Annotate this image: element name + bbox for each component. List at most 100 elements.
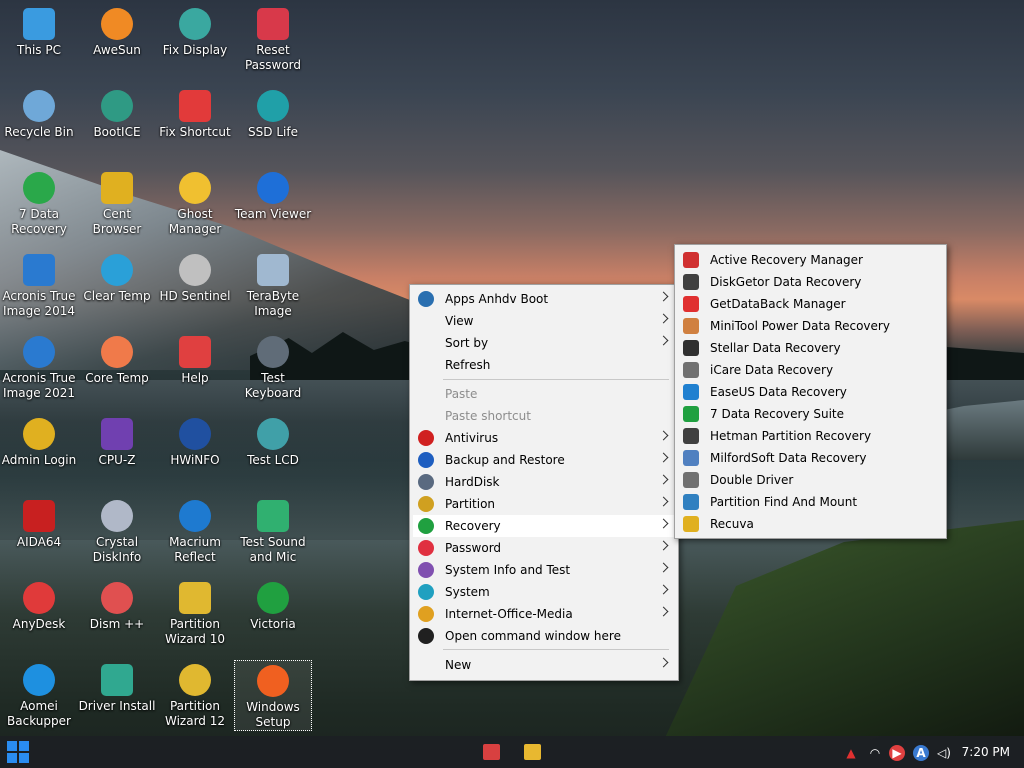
clock[interactable]: 7:20 PM <box>962 745 1010 759</box>
desktop-icon[interactable]: Aomei Backupper <box>0 660 78 729</box>
desktop-icon[interactable]: This PC <box>0 4 78 58</box>
submenu-label: 7 Data Recovery Suite <box>710 407 845 421</box>
desktop-icon[interactable]: Victoria <box>234 578 312 632</box>
desktop-icon[interactable]: Acronis True Image 2021 <box>0 332 78 401</box>
submenu-item[interactable]: EaseUS Data Recovery <box>678 381 943 403</box>
recuva-icon <box>683 516 699 532</box>
taskbar: ▲ ◠ ▶ A ◁) 7:20 PM <box>0 736 1024 768</box>
desktop-icon[interactable]: HWiNFO <box>156 414 234 468</box>
key-icon <box>257 8 289 40</box>
cpu-icon <box>101 418 133 450</box>
context-menu-item[interactable]: Apps Anhdv Boot <box>413 288 675 310</box>
desktop-icon[interactable]: HD Sentinel <box>156 250 234 304</box>
volume-icon[interactable]: ◁) <box>936 745 952 761</box>
desktop-icon[interactable]: Test Keyboard <box>234 332 312 401</box>
context-menu-item[interactable]: Open command window here <box>413 625 675 647</box>
desktop-icon[interactable]: Test Sound and Mic <box>234 496 312 565</box>
submenu-item[interactable]: Partition Find And Mount <box>678 491 943 513</box>
desktop-icon[interactable]: Acronis True Image 2014 <box>0 250 78 319</box>
submenu-item[interactable]: MilfordSoft Data Recovery <box>678 447 943 469</box>
desktop-icon[interactable]: AIDA64 <box>0 496 78 550</box>
network-icon[interactable]: ◠ <box>867 745 883 761</box>
desktop-icon[interactable]: Driver Install <box>78 660 156 714</box>
context-menu-item[interactable]: Antivirus <box>413 427 675 449</box>
context-menu-item[interactable]: New <box>413 654 675 676</box>
desktop-icon[interactable]: Core Temp <box>78 332 156 386</box>
desktop-icon[interactable]: Reset Password <box>234 4 312 73</box>
desktop-icon-label: BootICE <box>93 125 141 139</box>
submenu-item[interactable]: Recuva <box>678 513 943 535</box>
diskgetor-icon <box>683 274 699 290</box>
start-button[interactable] <box>7 741 29 763</box>
submenu-item[interactable]: GetDataBack Manager <box>678 293 943 315</box>
context-menu-item[interactable]: Internet-Office-Media <box>413 603 675 625</box>
menu-icon-spacer <box>418 335 434 351</box>
context-menu-label: Refresh <box>445 358 491 372</box>
submenu-label: iCare Data Recovery <box>710 363 834 377</box>
submenu-item[interactable]: 7 Data Recovery Suite <box>678 403 943 425</box>
desktop-icon-label: Recycle Bin <box>4 125 74 139</box>
desktop-icon-label: Acronis True Image 2014 <box>2 289 76 318</box>
context-menu-label: Partition <box>445 497 496 511</box>
desktop-icon[interactable]: Windows Setup <box>234 660 312 731</box>
chevron-right-icon <box>658 584 669 595</box>
desktop-icon[interactable]: Dism ++ <box>78 578 156 632</box>
context-menu-item[interactable]: System Info and Test <box>413 559 675 581</box>
antivirus-icon <box>418 430 434 446</box>
submenu-item[interactable]: iCare Data Recovery <box>678 359 943 381</box>
context-menu-item[interactable]: Partition <box>413 493 675 515</box>
desktop-icon-label: Ghost Manager <box>168 207 222 236</box>
keyboard-icon <box>257 336 289 368</box>
desktop-icon[interactable]: Team Viewer <box>234 168 312 222</box>
context-menu-item[interactable]: Password <box>413 537 675 559</box>
context-menu-item[interactable]: System <box>413 581 675 603</box>
context-menu-item[interactable]: View <box>413 310 675 332</box>
context-menu-item[interactable]: Recovery <box>413 515 675 537</box>
context-menu-item[interactable]: Refresh <box>413 354 675 376</box>
context-menu-item[interactable]: HardDisk <box>413 471 675 493</box>
context-menu-label: System Info and Test <box>445 563 571 577</box>
submenu-item[interactable]: Stellar Data Recovery <box>678 337 943 359</box>
desktop-icon[interactable]: Fix Display <box>156 4 234 58</box>
desktop-icon[interactable]: Clear Temp <box>78 250 156 304</box>
submenu-item[interactable]: Active Recovery Manager <box>678 249 943 271</box>
desktop-icon[interactable]: Ghost Manager <box>156 168 234 237</box>
desktop-icon[interactable]: Crystal DiskInfo <box>78 496 156 565</box>
desktop-icon[interactable]: SSD Life <box>234 86 312 140</box>
desktop-icon[interactable]: Partition Wizard 12 <box>156 660 234 729</box>
submenu-item[interactable]: MiniTool Power Data Recovery <box>678 315 943 337</box>
submenu-item[interactable]: Double Driver <box>678 469 943 491</box>
media-icon[interactable]: ▶ <box>889 745 905 761</box>
desktop-icon[interactable]: Recycle Bin <box>0 86 78 140</box>
desktop-icon[interactable]: Cent Browser <box>78 168 156 237</box>
context-menu-item[interactable]: Backup and Restore <box>413 449 675 471</box>
submenu-item[interactable]: DiskGetor Data Recovery <box>678 271 943 293</box>
desktop-icon[interactable]: Fix Shortcut <box>156 86 234 140</box>
file-explorer-icon[interactable] <box>524 744 541 760</box>
context-menu-item[interactable]: Sort by <box>413 332 675 354</box>
desktop-icon[interactable]: Admin Login <box>0 414 78 468</box>
desktop-icon[interactable]: Macrium Reflect <box>156 496 234 565</box>
submenu-item[interactable]: Hetman Partition Recovery <box>678 425 943 447</box>
double-driver-icon <box>683 472 699 488</box>
desktop-icon[interactable]: Help <box>156 332 234 386</box>
anydesk-tray-icon[interactable]: ▲ <box>843 745 859 761</box>
wifi-icon <box>101 664 133 696</box>
desktop-icon-label: Fix Display <box>162 43 228 57</box>
desktop-icon-label: Acronis True Image 2021 <box>2 371 76 400</box>
desktop-icon[interactable]: CPU-Z <box>78 414 156 468</box>
apps-tray-icon[interactable]: A <box>913 745 929 761</box>
desktop-icon[interactable]: BootICE <box>78 86 156 140</box>
computer-icon <box>23 8 55 40</box>
desktop-icon[interactable]: AweSun <box>78 4 156 58</box>
desktop-icon-label: Victoria <box>250 617 296 631</box>
desktop-icon[interactable]: Partition Wizard 10 <box>156 578 234 647</box>
desktop-icon[interactable]: AnyDesk <box>0 578 78 632</box>
desktop-icon[interactable]: TeraByte Image <box>234 250 312 319</box>
desktop-icon[interactable]: Test LCD <box>234 414 312 468</box>
desktop-icon-label: AnyDesk <box>12 617 66 631</box>
acronis-icon <box>23 254 55 286</box>
system-info-icon <box>418 562 434 578</box>
desktop-icon[interactable]: 7 Data Recovery <box>0 168 78 237</box>
taskbar-app-icon[interactable] <box>483 744 500 760</box>
